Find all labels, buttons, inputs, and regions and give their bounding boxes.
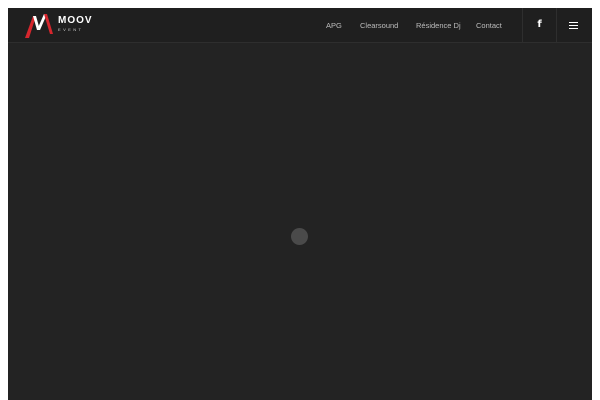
page: MOOV EVENT APG Clearsound Résidence Dj C… xyxy=(8,8,592,400)
nav-item-clearsound[interactable]: Clearsound xyxy=(360,8,398,42)
site-header: MOOV EVENT APG Clearsound Résidence Dj C… xyxy=(8,8,592,43)
loading-spinner-icon xyxy=(291,228,308,245)
nav-item-residence-dj[interactable]: Résidence Dj xyxy=(416,8,461,42)
menu-button[interactable] xyxy=(556,8,590,42)
nav-item-label: Contact xyxy=(476,20,502,30)
nav-item-apg[interactable]: APG xyxy=(326,8,342,42)
nav-item-label: APG xyxy=(326,20,342,30)
nav-item-label: Résidence Dj xyxy=(416,20,461,30)
facebook-icon: f xyxy=(537,19,542,30)
nav-item-label: Clearsound xyxy=(360,20,399,30)
hamburger-menu-icon xyxy=(569,21,578,29)
site-logo[interactable]: MOOV EVENT xyxy=(23,12,92,40)
logo-wordmark: MOOV xyxy=(58,15,93,26)
logo-subtitle: EVENT xyxy=(58,27,84,32)
moov-logo-icon xyxy=(25,14,53,38)
nav-item-contact[interactable]: Contact xyxy=(476,8,502,42)
facebook-button[interactable]: f xyxy=(522,8,556,42)
